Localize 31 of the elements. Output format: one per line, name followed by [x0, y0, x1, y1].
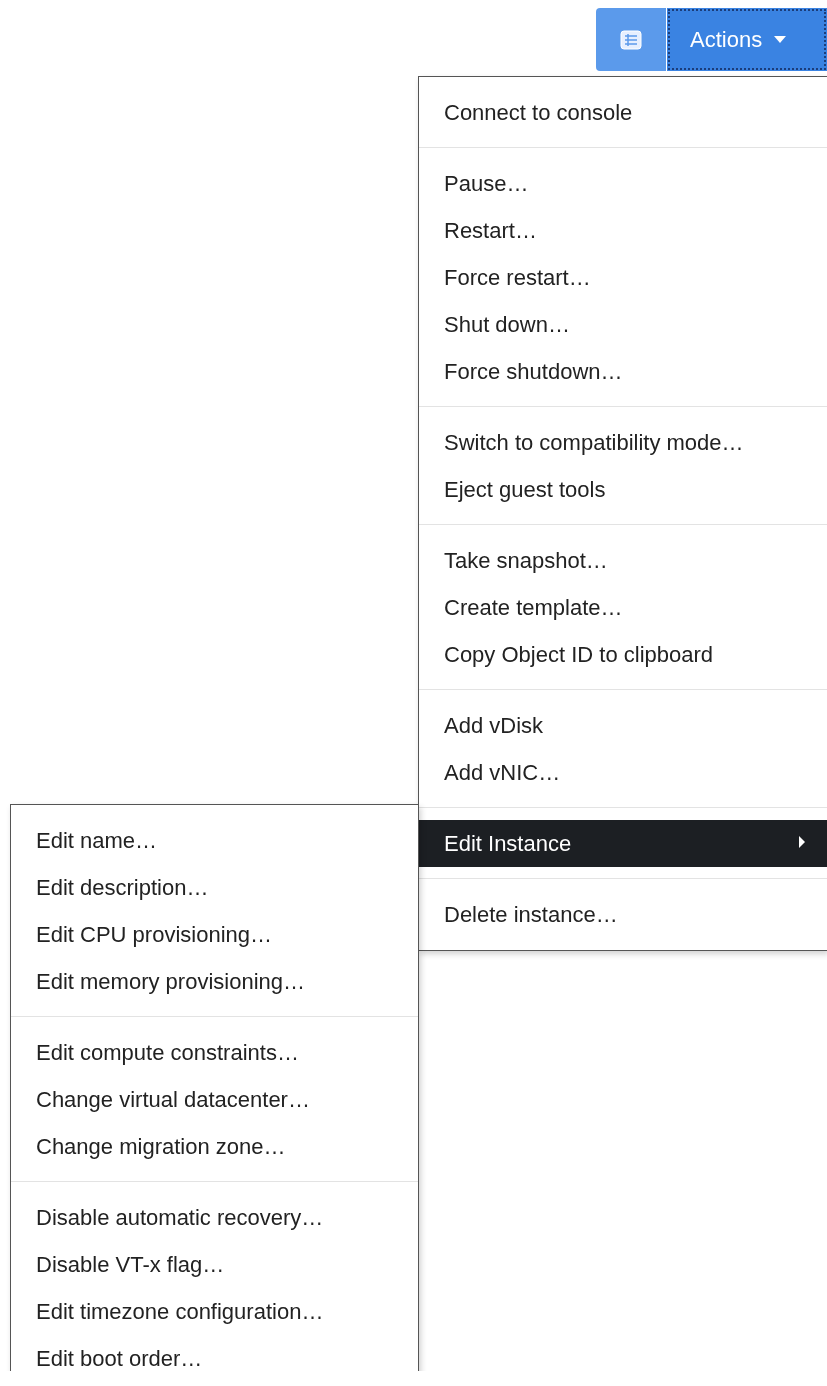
menu-item[interactable]: Pause… [419, 160, 827, 207]
menu-item[interactable]: Eject guest tools [419, 466, 827, 513]
caret-icon [799, 836, 805, 848]
list-view-button[interactable] [596, 8, 666, 71]
menu-item[interactable]: Add vDisk [419, 702, 827, 749]
menu-item[interactable]: Shut down… [419, 301, 827, 348]
menu-item[interactable]: Take snapshot… [419, 537, 827, 584]
menu-item[interactable]: Delete instance… [419, 891, 827, 938]
menu-item[interactable]: Switch to compatibility mode… [419, 419, 827, 466]
menu-item[interactable]: Disable VT-x flag… [11, 1241, 418, 1288]
menu-item[interactable]: Edit Instance [419, 820, 827, 867]
list-icon [620, 29, 642, 50]
menu-item[interactable]: Change virtual datacenter… [11, 1076, 418, 1123]
menu-item[interactable]: Connect to console [419, 89, 827, 136]
menu-item[interactable]: Copy Object ID to clipboard [419, 631, 827, 678]
menu-item[interactable]: Create template… [419, 584, 827, 631]
menu-item[interactable]: Add vNIC… [419, 749, 827, 796]
menu-item[interactable]: Force shutdown… [419, 348, 827, 395]
menu-item[interactable]: Restart… [419, 207, 827, 254]
menu-item[interactable]: Force restart… [419, 254, 827, 301]
actions-button[interactable]: Actions [667, 8, 827, 71]
caret-icon [774, 36, 787, 43]
menu-item[interactable]: Change migration zone… [11, 1123, 418, 1170]
menu-item[interactable]: Edit boot order… [11, 1335, 418, 1371]
menu-item[interactable]: Edit compute constraints… [11, 1029, 418, 1076]
menu-item[interactable]: Disable automatic recovery… [11, 1194, 418, 1241]
menu-item[interactable]: Edit memory provisioning… [11, 958, 418, 1005]
menu-item[interactable]: Edit name… [11, 817, 418, 864]
menu-item[interactable]: Edit timezone configuration… [11, 1288, 418, 1335]
menu-item[interactable]: Edit description… [11, 864, 418, 911]
menu-item[interactable]: Edit CPU provisioning… [11, 911, 418, 958]
